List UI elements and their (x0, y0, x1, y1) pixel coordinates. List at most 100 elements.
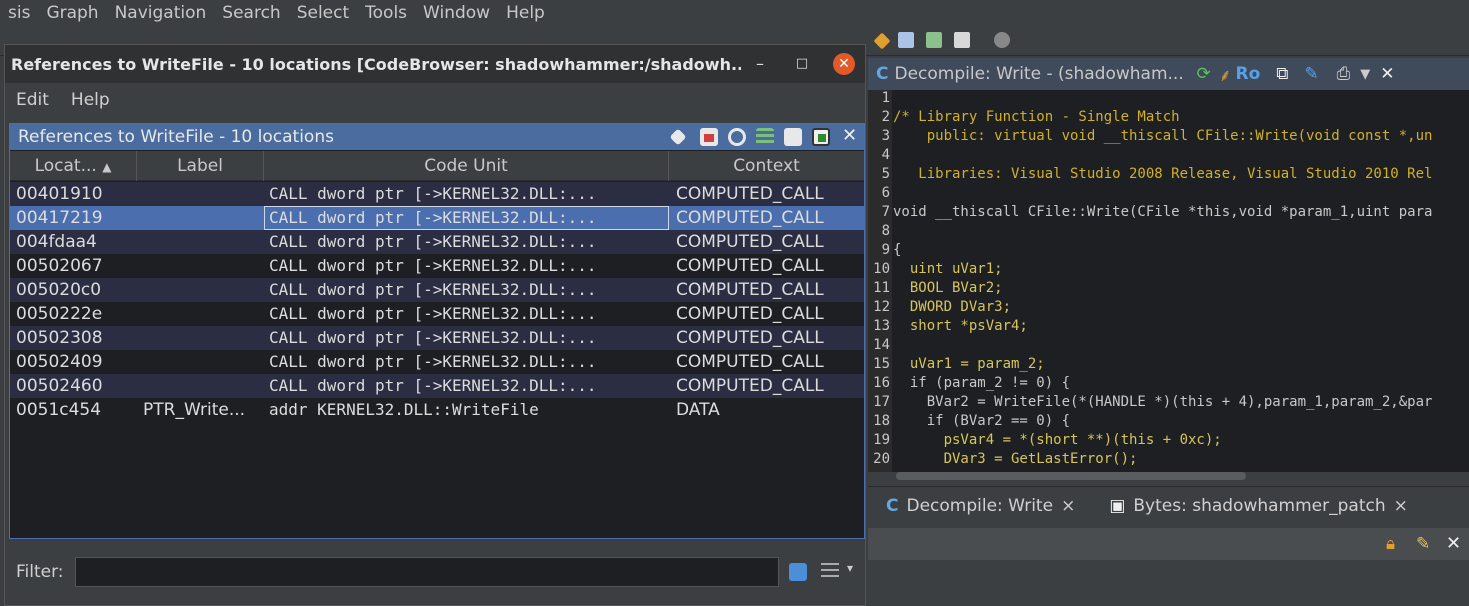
decompiler-tab-icon: C (886, 495, 899, 516)
chevron-down-icon[interactable]: ▾ (847, 561, 853, 575)
decompiler-code[interactable]: 1 2 3 4 5 6 7 8 9 10 11 12 13 14 15 16 1… (868, 90, 1469, 472)
toolbar-icon[interactable] (898, 32, 914, 48)
toolbar-icon[interactable] (873, 32, 891, 50)
menu-window[interactable]: Window (415, 3, 498, 23)
table-row[interactable]: 0051c454 PTR_Write... addr KERNEL32.DLL::W… (10, 398, 864, 422)
col-code-unit[interactable]: Code Unit (264, 151, 669, 181)
sort-icon: ▲ (102, 160, 112, 174)
menu-search[interactable]: Search (214, 3, 288, 23)
panel-title: References to WriteFile - 10 locations (18, 127, 334, 147)
tab-close-icon[interactable]: × (1061, 496, 1075, 516)
filter-input[interactable] (75, 557, 779, 587)
refresh-icon[interactable] (728, 128, 746, 146)
decompiler-header: C Decompile: Write - (shadowham... ⟳ ⸙ R… (868, 58, 1469, 90)
col-context[interactable]: Context (669, 151, 864, 181)
dialog-titlebar[interactable]: References to WriteFile - 10 locations [… (5, 45, 865, 83)
code-line[interactable]: short *psVar4; (893, 318, 1028, 334)
panel-close-icon[interactable]: ✕ (842, 125, 857, 146)
menu-select[interactable]: Select (289, 3, 357, 23)
filter-options-icon[interactable] (789, 563, 807, 581)
table-row[interactable]: 005020c0 CALL dword ptr [->KERNEL32.DLL:.… (10, 278, 864, 302)
menu-analysis[interactable]: sis (0, 3, 38, 23)
line-number: 17 (873, 394, 890, 410)
line-number: 4 (881, 147, 890, 163)
line-number: 20 (873, 451, 890, 467)
code-line[interactable]: Libraries: Visual Studio 2008 Release, V… (893, 166, 1432, 182)
close-icon[interactable]: ✕ (1446, 533, 1461, 554)
home-icon[interactable] (700, 128, 718, 146)
minimize-button[interactable]: – (749, 53, 771, 75)
code-line[interactable]: DVar3 = GetLastError(); (893, 451, 1138, 467)
decompiler-icon: C (876, 64, 889, 84)
menu-navigation[interactable]: Navigation (107, 3, 215, 23)
tab-decompile-write[interactable]: Decompile: Write (906, 496, 1053, 516)
menu-help[interactable]: Help (60, 90, 121, 110)
select-icon[interactable] (812, 128, 830, 146)
code-line[interactable]: uint uVar1; (893, 261, 1003, 277)
bytes-tab-icon: ▣ (1109, 495, 1126, 516)
line-number: 19 (873, 432, 890, 448)
code-line[interactable]: DWORD DVar3; (893, 299, 1011, 315)
list-icon[interactable] (756, 128, 774, 146)
code-line[interactable]: void __thiscall CFile::Write(CFile *this… (893, 204, 1432, 220)
table-row[interactable]: 00502409 CALL dword ptr [->KERNEL32.DLL:.… (10, 350, 864, 374)
line-number: 1 (881, 90, 890, 106)
toolbar-icon[interactable] (926, 32, 942, 48)
table-row[interactable]: 004fdaa4 CALL dword ptr [->KERNEL32.DLL:.… (10, 230, 864, 254)
snapshot-icon[interactable]: ⎙ (1337, 64, 1351, 84)
code-line[interactable]: /* Library Function - Single Match (893, 109, 1180, 125)
edit-icon[interactable]: ✎ (1304, 64, 1318, 84)
lock-icon[interactable]: 🔒︎ (1386, 534, 1395, 554)
filter-label: Filter: (16, 562, 64, 582)
horizontal-scrollbar[interactable] (896, 472, 1246, 480)
filter-bar: Filter: ▾ (5, 555, 865, 589)
line-number: 14 (873, 337, 890, 353)
tab-bytes[interactable]: Bytes: shadowhammer_patch (1133, 496, 1385, 516)
col-label[interactable]: Label (137, 151, 264, 181)
refresh-icon[interactable]: ⟳ (1196, 64, 1210, 84)
menu-edit[interactable]: Edit (5, 90, 60, 110)
table-icon[interactable] (784, 128, 802, 146)
table-header: Locat... ▲ Label Code Unit Context (10, 151, 864, 181)
maximize-button[interactable]: □ (791, 53, 813, 75)
code-line[interactable]: BVar2 = WriteFile(*(HANDLE *)(this + 4),… (893, 394, 1433, 410)
table-row-selected[interactable]: 00417219 CALL dword ptr [->KERNEL32.DLL:.… (10, 206, 864, 230)
code-line[interactable]: BOOL BVar2; (893, 280, 1003, 296)
code-line[interactable]: if (param_2 != 0) { (893, 375, 1070, 391)
table-row[interactable]: 00502460 CALL dword ptr [->KERNEL32.DLL:.… (10, 374, 864, 398)
decompiler-title: Decompile: Write - (shadowham... (894, 64, 1184, 84)
col-location[interactable]: Locat... ▲ (10, 151, 137, 181)
line-number: 7 (881, 204, 890, 220)
toolbar-icon[interactable] (994, 32, 1010, 48)
graph-icon[interactable]: ⸙ (1219, 63, 1232, 86)
code-line[interactable]: public: virtual void __thiscall CFile::W… (893, 128, 1433, 144)
code-line[interactable]: uVar1 = param_2; (893, 356, 1045, 372)
menu-graph[interactable]: Graph (38, 3, 106, 23)
table-row[interactable]: 0050222e CALL dword ptr [->KERNEL32.DLL:.… (10, 302, 864, 326)
bytes-toolbar: 🔒︎ ✎ ✕ (868, 528, 1469, 560)
table-row[interactable]: 00401910 CALL dword ptr [->KERNEL32.DLL:.… (10, 182, 864, 206)
tab-close-icon[interactable]: × (1394, 496, 1408, 516)
line-number: 16 (873, 375, 890, 391)
line-number: 10 (873, 261, 890, 277)
menu-tools[interactable]: Tools (357, 3, 415, 23)
line-number: 13 (873, 318, 890, 334)
toolbar-icon[interactable] (954, 32, 970, 48)
line-number: 9 (881, 242, 890, 258)
copy-icon[interactable]: ⧉ (1276, 64, 1288, 84)
filter-settings-icon[interactable] (821, 563, 839, 581)
eraser-icon[interactable]: ✎ (1416, 534, 1430, 554)
close-icon[interactable]: ✕ (1380, 64, 1394, 84)
table-row[interactable]: 00502308 CALL dword ptr [->KERNEL32.DLL:.… (10, 326, 864, 350)
main-menubar: sis Graph Navigation Search Select Tools… (0, 0, 1469, 26)
references-dialog: References to WriteFile - 10 locations [… (4, 44, 866, 606)
table-row[interactable]: 00502067 CALL dword ptr [->KERNEL32.DLL:.… (10, 254, 864, 278)
close-button[interactable]: ✕ (833, 53, 855, 75)
chevron-down-icon[interactable]: ▼ (1360, 67, 1370, 82)
ro-label[interactable]: Ro (1235, 64, 1260, 84)
menu-help[interactable]: Help (498, 3, 553, 23)
line-number: 5 (881, 166, 890, 182)
code-line[interactable]: psVar4 = *(short **)(this + 0xc); (893, 432, 1222, 448)
code-line[interactable]: if (BVar2 == 0) { (893, 413, 1070, 429)
code-line[interactable]: { (893, 242, 901, 258)
